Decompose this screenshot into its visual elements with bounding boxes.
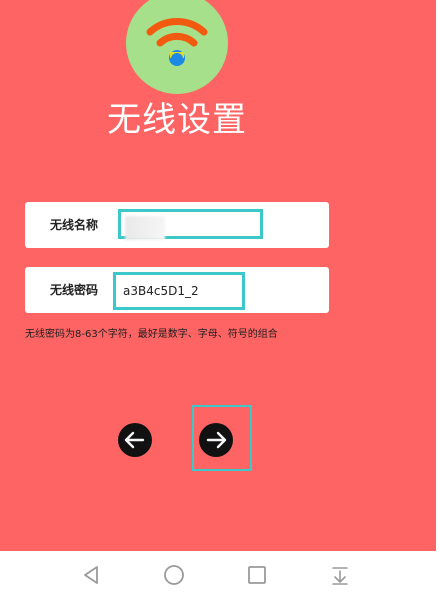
pull-down-icon	[332, 567, 348, 585]
square-recents-icon	[248, 566, 266, 584]
ssid-label: 无线名称	[50, 218, 99, 232]
system-notification-button[interactable]	[329, 564, 351, 586]
system-back-button[interactable]	[80, 564, 102, 586]
wifi-logo	[126, 0, 228, 94]
app-screen: 无线设置 无线名称 无线密码 a3B4c5D1_2 无线密码为8-63个字符，最…	[0, 0, 436, 551]
password-label: 无线密码	[50, 283, 99, 297]
wifi-icon	[146, 18, 208, 66]
system-recents-button[interactable]	[246, 564, 268, 586]
password-row: 无线密码 a3B4c5D1_2	[25, 267, 329, 313]
back-button[interactable]	[118, 423, 152, 457]
circle-home-icon	[164, 565, 184, 585]
ssid-row: 无线名称	[25, 202, 329, 248]
next-button[interactable]	[199, 423, 233, 457]
ssid-input[interactable]	[118, 209, 263, 240]
page-title: 无线设置	[107, 100, 247, 140]
password-value: a3B4c5D1_2	[123, 284, 199, 298]
password-hint: 无线密码为8-63个字符，最好是数字、字母、符号的组合	[25, 329, 278, 340]
arrow-left-icon	[124, 431, 145, 449]
system-home-button[interactable]	[163, 564, 185, 586]
arrow-right-icon	[206, 431, 227, 449]
password-input[interactable]: a3B4c5D1_2	[113, 272, 245, 310]
system-nav-bar	[0, 551, 436, 597]
triangle-back-icon	[84, 566, 98, 584]
redacted-ssid	[125, 216, 165, 240]
